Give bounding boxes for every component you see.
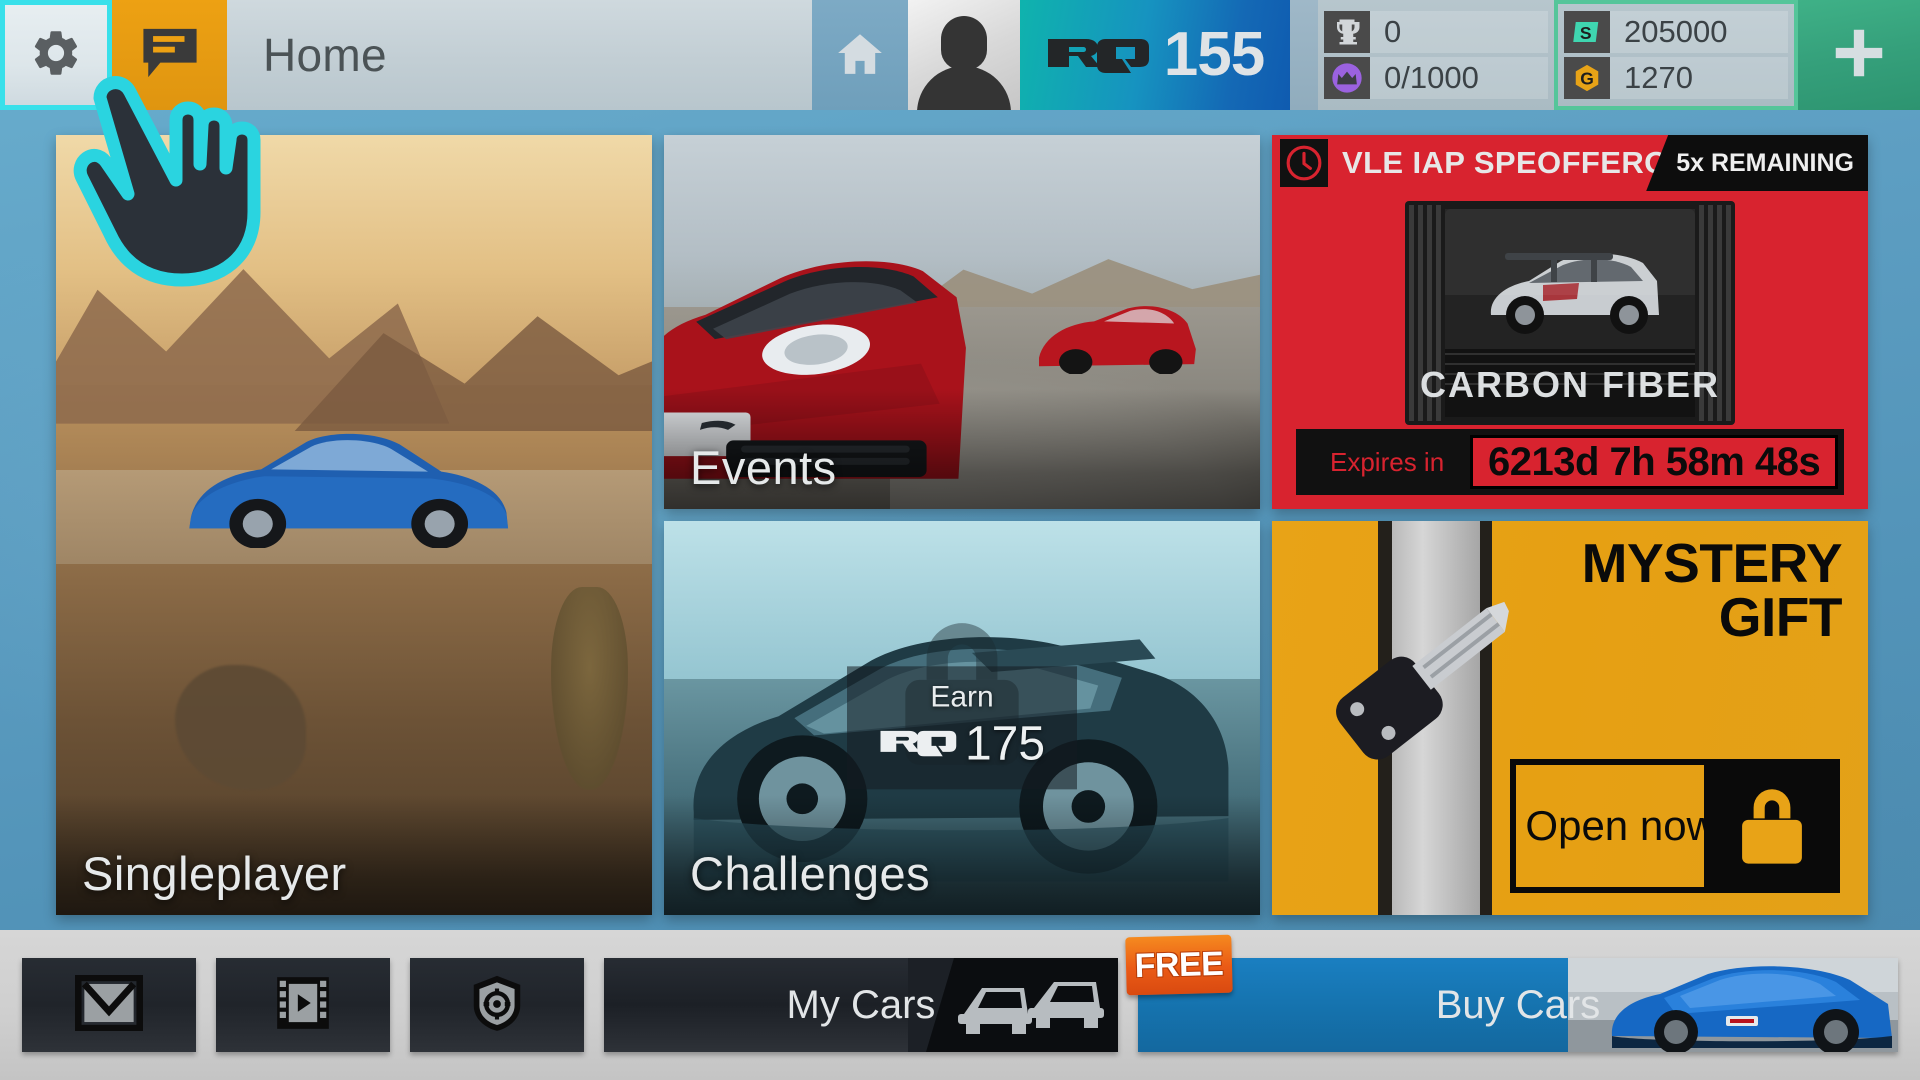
earn-label: Earn [930,680,994,714]
mystery-gift-title: MYSTERY GIFT [1581,532,1843,648]
earn-rq-value: 175 [964,717,1046,771]
padlock-icon [1704,759,1840,893]
gold-value: 1270 [1610,57,1788,99]
tile-singleplayer[interactable]: Singleplayer [56,135,652,915]
mail-envelope-icon [74,973,144,1036]
tile-special-offer[interactable]: VLE IAP SPEOFFEROFFER 5x REMAINING CARBO… [1272,135,1868,509]
gold-icon: G [1564,57,1610,99]
tile-events-label: Events [690,441,837,494]
mystery-gift-title-line1: MYSTERY [1581,532,1843,594]
mystery-gift-title-line2: GIFT [1718,585,1843,648]
cash-stat-row[interactable]: S 205000 [1564,11,1788,53]
trophy-stat-row[interactable]: 0 [1324,11,1548,53]
tile-challenges-label: Challenges [690,847,931,900]
film-strip-play-icon [271,972,335,1039]
challenges-earn-badge: Earn 175 [847,666,1077,790]
blue-supercar-image [1568,958,1898,1052]
avatar-head [941,16,987,70]
offer-remaining-badge: 5x REMAINING [1646,135,1868,191]
two-cars-icon [908,958,1118,1052]
buy-cars-label: Buy Cars [1435,982,1601,1027]
cash-icon: S [1564,11,1610,53]
buy-cars-button[interactable]: FREE Buy Cars [1125,934,1898,1052]
gold-stat-row[interactable]: G 1270 [1564,57,1788,99]
videos-button[interactable] [216,958,390,1052]
currency-stats-group: S 205000 G 1270 [1554,0,1798,110]
events-red-car-far-image [1034,300,1201,375]
progress-stats-group: 0 0/1000 [1318,0,1554,110]
trophy-value: 0 [1370,11,1548,53]
bottom-bar: My Cars FREE Buy Cars [0,930,1920,1080]
game-home-screen: Home 155 0 0/1000 S 205000 G 1270 Single… [0,0,1920,1080]
singleplayer-cactus [550,587,629,791]
achievements-button[interactable] [410,958,584,1052]
rq-logo-icon [1046,33,1150,78]
home-button[interactable] [812,0,908,110]
rq-value: 155 [1163,20,1265,89]
settings-button[interactable] [0,0,112,110]
trophy-icon [1324,11,1370,53]
rq-logo-icon [879,726,957,761]
add-currency-button[interactable] [1798,0,1920,110]
free-badge: FREE [1125,934,1233,996]
clock-icon [1280,139,1328,187]
chat-button[interactable] [112,0,227,110]
expires-countdown: 6213d 7h 58m 48s [1470,435,1838,489]
tile-challenges[interactable]: Earn 175 Challenges [664,521,1260,915]
home-tile-grid: Singleplayer Events Earn 175 Challenges … [0,110,1920,930]
free-badge-label: FREE [1134,944,1224,985]
svg-text:G: G [1580,68,1594,88]
avatar[interactable] [908,0,1020,110]
home-icon [835,30,885,81]
screen-title-bar: Home [227,0,812,110]
shield-target-icon [466,971,528,1040]
tile-singleplayer-label: Singleplayer [82,847,347,900]
pack-label: CARBON FIBER [1420,364,1720,405]
car-key-icon [1280,543,1530,793]
expires-label: Expires in [1330,446,1445,477]
my-cars-label: My Cars [786,982,936,1027]
offer-header: VLE IAP SPEOFFEROFFER 5x REMAINING [1272,135,1868,191]
earn-rq-row: 175 [879,716,1045,771]
tile-mystery-gift[interactable]: MYSTERY GIFT Open now! [1272,521,1868,915]
rq-level-display[interactable]: 155 [1020,0,1290,110]
my-cars-button[interactable]: My Cars [604,958,1118,1052]
gear-icon [29,26,83,85]
plus-icon [1828,22,1890,89]
cash-value: 205000 [1610,11,1788,53]
avatar-body [917,66,1011,110]
tile-events[interactable]: Events [664,135,1260,509]
svg-text:S: S [1580,23,1592,43]
offer-expiry-bar: Expires in 6213d 7h 58m 48s [1296,429,1844,495]
crown-value: 0/1000 [1370,57,1548,99]
crown-stat-row[interactable]: 0/1000 [1324,57,1548,99]
singleplayer-blue-roadster-image [181,424,515,549]
crown-badge-icon [1324,57,1370,99]
page-title: Home [263,29,387,81]
mail-button[interactable] [22,958,196,1052]
carbon-fiber-pack-image: CARBON FIBER [1405,197,1735,429]
top-bar: Home 155 0 0/1000 S 205000 G 1270 [0,0,1920,110]
topbar-spacer [1290,0,1318,110]
chat-bubble-icon [141,26,199,85]
